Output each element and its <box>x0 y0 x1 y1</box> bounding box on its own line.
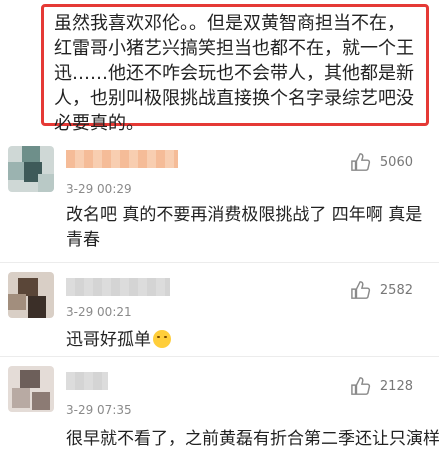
highlighted-comment-text: 虽然我喜欢邓伦。。但是双黄智商担当不在，红雷哥小猪艺兴搞笑担当也都不在，就一个王… <box>54 13 414 134</box>
username-blurred[interactable] <box>66 278 170 296</box>
divider <box>0 262 439 263</box>
username-blurred[interactable] <box>66 150 178 168</box>
thumbs-up-icon <box>351 377 371 395</box>
comment-time: 3-29 07:35 <box>66 403 132 417</box>
comment-text: 迅哥好孤单 <box>66 330 151 350</box>
like-count: 2582 <box>379 282 413 298</box>
thumbs-up-icon <box>351 281 371 299</box>
avatar[interactable] <box>8 146 54 192</box>
avatar[interactable] <box>8 366 54 412</box>
cry-face-icon <box>153 330 171 348</box>
like-count: 2128 <box>379 378 413 394</box>
comment-text-line: 迅哥好孤单 <box>66 328 426 353</box>
username-blurred[interactable] <box>66 372 108 390</box>
like-button[interactable]: 2128 <box>350 376 413 396</box>
like-button[interactable]: 5060 <box>350 152 413 172</box>
like-button[interactable]: 2582 <box>350 280 413 300</box>
comment-time: 3-29 00:21 <box>66 305 132 319</box>
highlighted-comment: 虽然我喜欢邓伦。。但是双黄智商担当不在，红雷哥小猪艺兴搞笑担当也都不在，就一个王… <box>41 4 429 134</box>
comment-time: 3-29 00:29 <box>66 182 132 196</box>
thumbs-up-icon <box>351 153 371 171</box>
avatar[interactable] <box>8 272 54 318</box>
divider <box>0 356 439 357</box>
comment-text: 改名吧 真的不要再消费极限挑战了 四年啊 真是青春 <box>66 205 423 250</box>
like-count: 5060 <box>379 154 413 170</box>
